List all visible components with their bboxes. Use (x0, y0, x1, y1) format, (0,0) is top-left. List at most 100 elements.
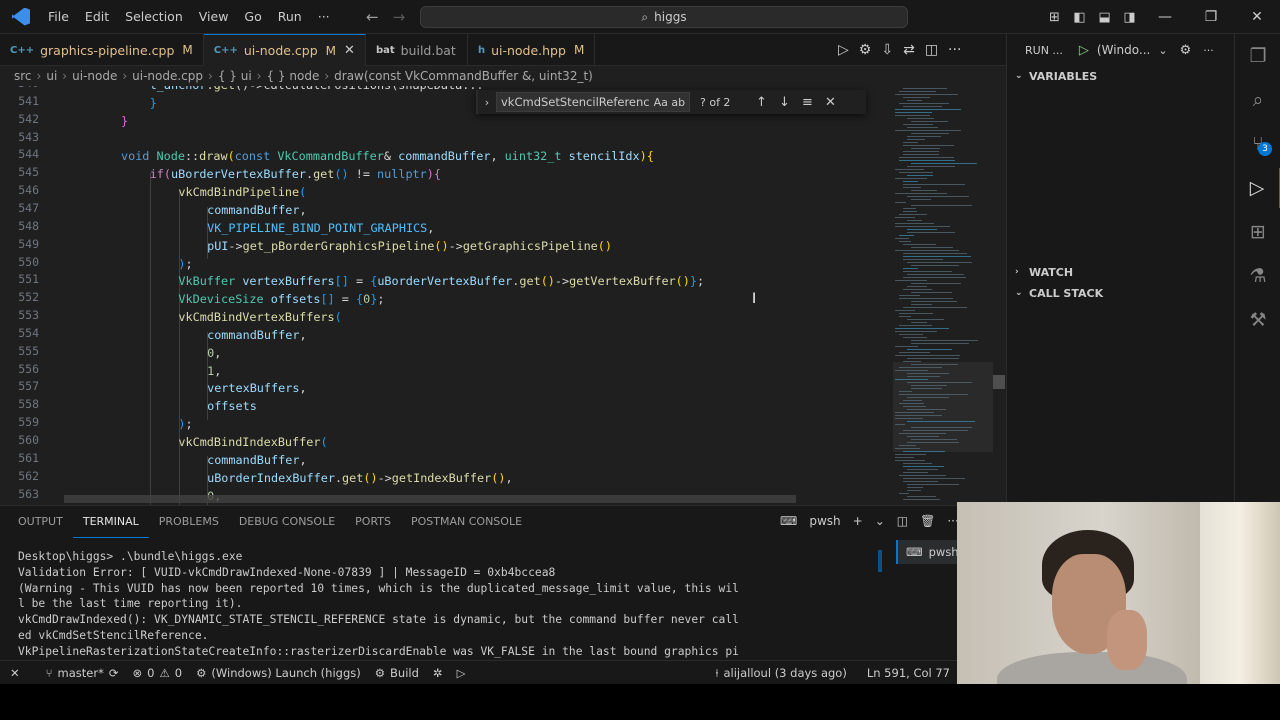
cursor-position[interactable]: Ln 591, Col 77 (860, 666, 957, 680)
code-line[interactable]: } (150, 94, 157, 112)
debug-more-icon[interactable]: ··· (1203, 44, 1214, 57)
git-blame[interactable]: ⍿ alijalloul (3 days ago) (709, 666, 854, 681)
problems-indicator[interactable]: ⊗ 0 ⚠ 0 (126, 666, 190, 680)
breadcrumb-item[interactable]: draw(const VkCommandBuffer &, uint32_t) (334, 69, 593, 83)
play-icon[interactable]: ▷ (450, 666, 473, 680)
tab-build-bat[interactable]: bat build.bat (366, 34, 468, 66)
section-call-stack[interactable]: ⌄ CALL STACK (1007, 283, 1235, 303)
breadcrumb-item[interactable]: { } ui (218, 69, 252, 83)
code-line[interactable]: VkDeviceSize offsets[] = {0}; (178, 290, 384, 308)
tab-output[interactable]: OUTPUT (8, 506, 73, 538)
terminal-shell-label[interactable]: pwsh (809, 514, 840, 528)
run-debug-view-icon[interactable]: ▷ (1235, 168, 1280, 208)
tab-terminal[interactable]: TERMINAL (72, 506, 149, 538)
breadcrumb-item[interactable]: ui (46, 69, 57, 83)
close-window-icon[interactable]: ✕ (1234, 9, 1280, 25)
code-line[interactable]: } (121, 112, 128, 130)
build-indicator[interactable]: ⚙ Build (368, 666, 426, 680)
minimize-icon[interactable]: — (1142, 9, 1188, 25)
new-terminal-icon[interactable]: + (853, 514, 863, 528)
code-line[interactable]: commandBuffer, (207, 451, 306, 469)
code-line[interactable]: 1, (207, 362, 221, 380)
code-editor[interactable]: 540 541 542 543 544 545 546 547 548 549 550 551 552 5… (0, 86, 1006, 505)
code-line[interactable]: VkBuffer vertexBuffers[] = {uBorderVerte… (178, 272, 704, 290)
close-find-icon[interactable]: ✕ (819, 95, 842, 110)
code-line[interactable]: VK_PIPELINE_BIND_POINT_GRAPHICS, (207, 219, 434, 237)
search-view-icon[interactable]: ⌕ (1235, 80, 1280, 120)
section-watch[interactable]: › WATCH (1007, 262, 1235, 282)
terminal-output[interactable]: Desktop\higgs> .\bundle\higgs.exe Validat… (18, 549, 878, 661)
testing-icon[interactable]: ⚗ (1235, 256, 1280, 296)
chevron-down-icon[interactable]: ⌄ (1158, 44, 1167, 57)
run-debug-icon[interactable]: ▷ (838, 42, 849, 58)
toggle-panel-icon[interactable]: ⬓ (1092, 10, 1117, 25)
code-line[interactable]: void Node::draw(const VkCommandBuffer& c… (121, 147, 654, 165)
code-line[interactable]: t_anchor.get()->calculatePositions(shape… (150, 86, 484, 94)
source-control-icon[interactable]: ⑂ 3 (1235, 124, 1280, 164)
code-line[interactable]: ); (178, 255, 192, 273)
section-variables[interactable]: ⌄ VARIABLES (1007, 66, 1235, 86)
more-actions-icon[interactable]: ··· (948, 42, 961, 58)
horizontal-scrollbar[interactable] (64, 495, 796, 503)
settings-gear-icon[interactable]: ⚙ (859, 42, 872, 58)
tab-debug-console[interactable]: DEBUG CONSOLE (229, 506, 345, 538)
terminal-scrollbar[interactable] (878, 550, 882, 572)
menu-selection[interactable]: Selection (117, 0, 191, 34)
tab-ports[interactable]: PORTS (345, 506, 401, 538)
branch-indicator[interactable]: ⑂ master* ⟳ (39, 666, 126, 680)
code-line[interactable]: offsets (207, 397, 257, 415)
menu-view[interactable]: View (191, 0, 237, 34)
compare-icon[interactable]: ⇄ (903, 42, 915, 58)
chevron-down-icon[interactable]: ⌄ (875, 514, 885, 528)
menu-run[interactable]: Run (270, 0, 310, 34)
code-line[interactable]: commandBuffer, (207, 201, 306, 219)
code-line[interactable]: uBorderIndexBuffer.get()->getIndexBuffer… (207, 469, 512, 487)
open-changes-icon[interactable]: ⇩ (881, 42, 893, 58)
command-center-search[interactable]: ⌕ higgs (420, 6, 908, 28)
code-line[interactable]: vkCmdBindPipeline( (178, 183, 306, 201)
bug-icon[interactable]: ✲ (426, 666, 450, 680)
vertical-scrollbar-thumb[interactable] (993, 375, 1005, 389)
tab-problems[interactable]: PROBLEMS (149, 506, 229, 538)
split-terminal-icon[interactable]: ◫ (897, 514, 908, 528)
menu-file[interactable]: File (40, 0, 77, 34)
code-line[interactable]: if(uBorderVertexBuffer.get() != nullptr)… (150, 165, 441, 183)
remote-explorer-icon[interactable]: ⚒ (1235, 300, 1280, 340)
close-tab-icon[interactable]: ✕ (344, 43, 355, 58)
extensions-icon[interactable]: ⊞ (1235, 212, 1280, 252)
minimap[interactable] (893, 86, 993, 505)
menu-more[interactable]: ··· (310, 0, 338, 34)
kill-terminal-icon[interactable]: 🗑 (920, 514, 935, 528)
code-line[interactable]: vertexBuffers, (207, 379, 306, 397)
tab-graphics-pipeline-cpp[interactable]: C++ graphics-pipeline.cpp M (0, 34, 204, 66)
back-arrow-icon[interactable]: ← (366, 8, 379, 26)
customize-layout-icon[interactable]: ⊞ (1042, 10, 1067, 25)
remote-indicator-icon[interactable]: ✕ (0, 666, 27, 680)
breadcrumb-item[interactable]: src (14, 69, 32, 83)
toggle-secondary-sidebar-icon[interactable]: ◨ (1117, 10, 1142, 25)
explorer-icon[interactable]: ❐ (1235, 36, 1280, 76)
toggle-sidebar-icon[interactable]: ◧ (1067, 10, 1092, 25)
breadcrumb-item[interactable]: { } node (266, 69, 319, 83)
debug-settings-gear-icon[interactable]: ⚙ (1180, 43, 1192, 58)
restore-icon[interactable]: ❐ (1188, 9, 1234, 25)
code-line[interactable]: 0, (207, 344, 221, 362)
tab-postman-console[interactable]: POSTMAN CONSOLE (401, 506, 532, 538)
breadcrumb-item[interactable]: ui-node (72, 69, 117, 83)
code-line[interactable]: vkCmdBindIndexBuffer( (178, 433, 327, 451)
find-options[interactable]: Aa ab .* (654, 96, 689, 109)
find-input[interactable]: vkCmdSetStencilReferenc Aa ab .* (496, 92, 690, 112)
menu-edit[interactable]: Edit (77, 0, 117, 34)
tab-ui-node-hpp[interactable]: h ui-node.hpp M (468, 34, 596, 66)
tab-ui-node-cpp[interactable]: C++ ui-node.cpp M ✕ (203, 34, 366, 66)
code-line[interactable]: ); (178, 415, 192, 433)
code-line[interactable]: commandBuffer, (207, 326, 306, 344)
next-match-icon[interactable]: ↓ (773, 95, 796, 110)
start-debugging-icon[interactable]: ▷ (1079, 43, 1089, 58)
toggle-replace-icon[interactable]: › (478, 96, 496, 109)
forward-arrow-icon[interactable]: → (393, 8, 406, 26)
code-line[interactable]: pUI->get_pBorderGraphicsPipeline()->getG… (207, 237, 612, 255)
split-editor-icon[interactable]: ◫ (925, 42, 938, 58)
find-in-selection-icon[interactable]: ≡ (796, 95, 819, 110)
breadcrumb-item[interactable]: ui-node.cpp (132, 69, 203, 83)
